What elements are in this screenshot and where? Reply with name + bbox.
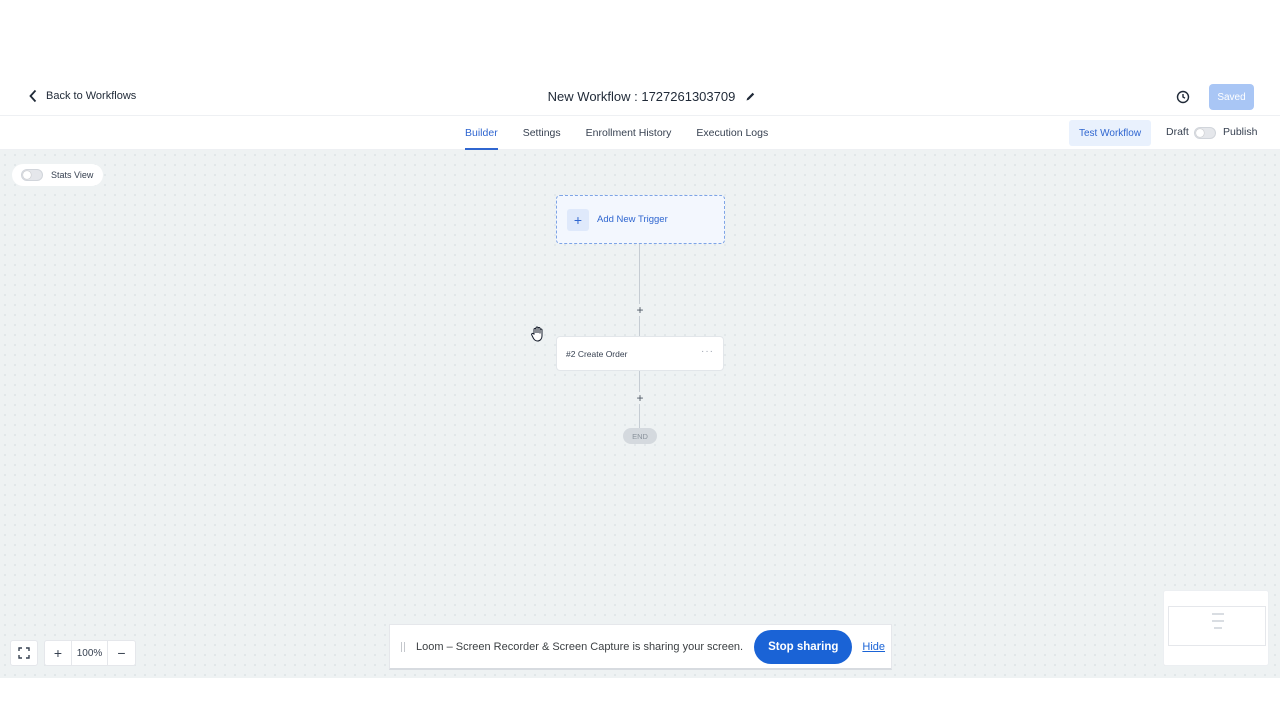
stats-view-label: Stats View [51, 170, 94, 180]
publish-label: Publish [1223, 126, 1258, 138]
minimap-node [1214, 627, 1222, 629]
edit-pencil-icon[interactable] [745, 91, 756, 102]
tab-bar: Builder Settings Enrollment History Exec… [0, 116, 1280, 150]
plus-icon: + [567, 208, 589, 231]
minimap-viewport [1168, 606, 1266, 646]
tab-builder[interactable]: Builder [465, 116, 498, 150]
stats-view-toggle[interactable]: Stats View [12, 164, 103, 186]
draft-label: Draft [1166, 126, 1189, 138]
test-workflow-button[interactable]: Test Workflow [1069, 120, 1152, 146]
grab-hand-cursor-icon [531, 326, 543, 342]
workflow-title: New Workflow : 1727261303709 [547, 89, 736, 104]
stats-view-switch[interactable] [21, 169, 43, 181]
top-bar: Back to Workflows New Workflow : 1727261… [0, 78, 1280, 116]
workflow-builder: Back to Workflows New Workflow : 1727261… [0, 78, 1280, 678]
hide-link[interactable]: Hide [862, 641, 885, 653]
end-node: END [623, 428, 657, 444]
minimap[interactable] [1163, 590, 1269, 666]
minimap-node [1212, 613, 1224, 615]
zoom-out-button[interactable]: − [108, 640, 136, 666]
more-options-icon[interactable]: ··· [701, 346, 714, 357]
saved-button[interactable]: Saved [1209, 84, 1254, 110]
action-node-create-order[interactable]: #2 Create Order ··· [556, 336, 724, 371]
toggle-knob [23, 171, 31, 179]
screen-share-message: Loom – Screen Recorder & Screen Capture … [416, 640, 744, 653]
tab-settings[interactable]: Settings [523, 116, 561, 150]
screen-share-banner: Loom – Screen Recorder & Screen Capture … [389, 624, 892, 670]
add-step-button[interactable]: + [634, 392, 646, 404]
add-new-trigger-node[interactable]: + Add New Trigger [556, 195, 725, 244]
zoom-in-button[interactable]: + [44, 640, 72, 666]
workflow-canvas[interactable]: Stats View + Add New Trigger + #2 Create… [0, 150, 1280, 678]
history-clock-icon[interactable] [1175, 89, 1191, 105]
tab-execution-logs[interactable]: Execution Logs [696, 116, 768, 150]
trigger-label: Add New Trigger [597, 214, 668, 225]
zoom-controls: + 100% − [10, 640, 136, 666]
minimap-node [1212, 620, 1224, 622]
workflow-title-wrap: New Workflow : 1727261303709 [0, 89, 1280, 104]
zoom-level: 100% [72, 640, 108, 666]
connector-line [639, 244, 640, 336]
toggle-knob [1196, 129, 1204, 137]
add-step-button[interactable]: + [634, 304, 646, 316]
action-label: #2 Create Order [566, 348, 628, 359]
publish-toggle[interactable] [1194, 127, 1216, 139]
drag-handle-icon[interactable] [401, 641, 405, 652]
stop-sharing-button[interactable]: Stop sharing [754, 629, 853, 664]
fit-view-button[interactable] [10, 640, 38, 666]
tab-enrollment-history[interactable]: Enrollment History [586, 116, 672, 150]
tabs: Builder Settings Enrollment History Exec… [465, 116, 793, 150]
fullscreen-icon [18, 647, 30, 659]
